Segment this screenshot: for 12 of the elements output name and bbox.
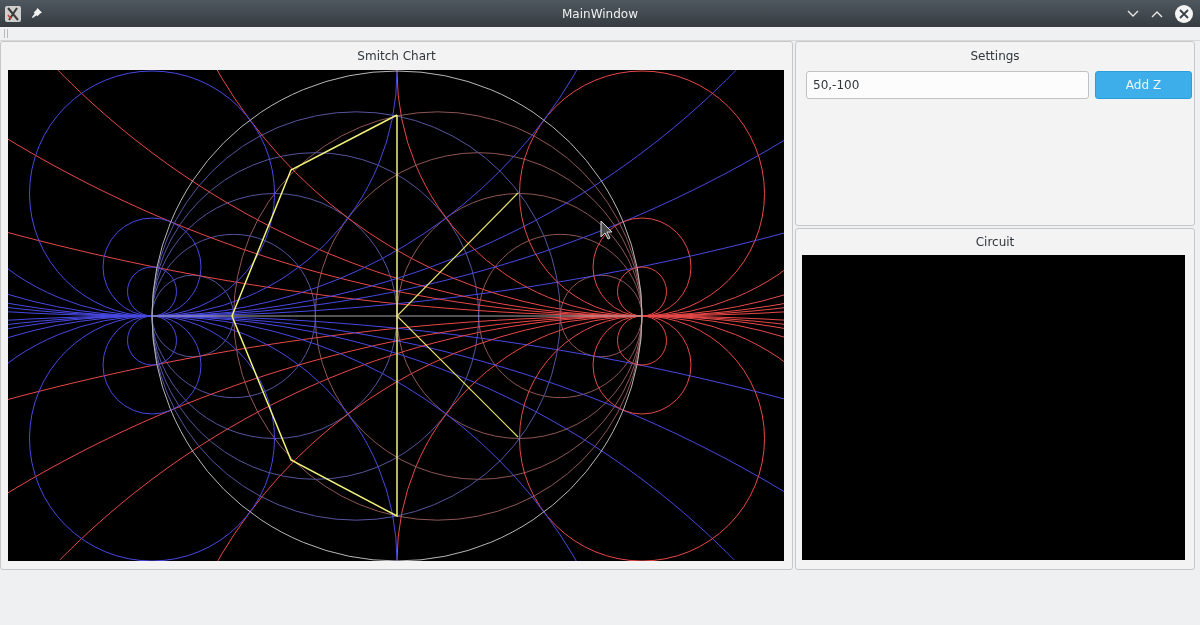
pin-icon[interactable] bbox=[31, 8, 42, 19]
window-title: MainWindow bbox=[562, 6, 638, 21]
chevron-down-icon[interactable] bbox=[1127, 9, 1139, 18]
toolbar-grip-icon[interactable] bbox=[4, 29, 8, 38]
mouse-cursor-icon bbox=[600, 220, 613, 240]
panel-title: Settings bbox=[970, 49, 1020, 63]
app-icon[interactable] bbox=[5, 5, 21, 22]
close-icon[interactable] bbox=[1175, 4, 1193, 23]
chevron-up-icon[interactable] bbox=[1151, 9, 1163, 18]
panel-title: Smitch Chart bbox=[357, 49, 436, 63]
impedance-input[interactable]: 50,-100 bbox=[806, 71, 1089, 99]
panel-title: Circuit bbox=[975, 235, 1015, 250]
